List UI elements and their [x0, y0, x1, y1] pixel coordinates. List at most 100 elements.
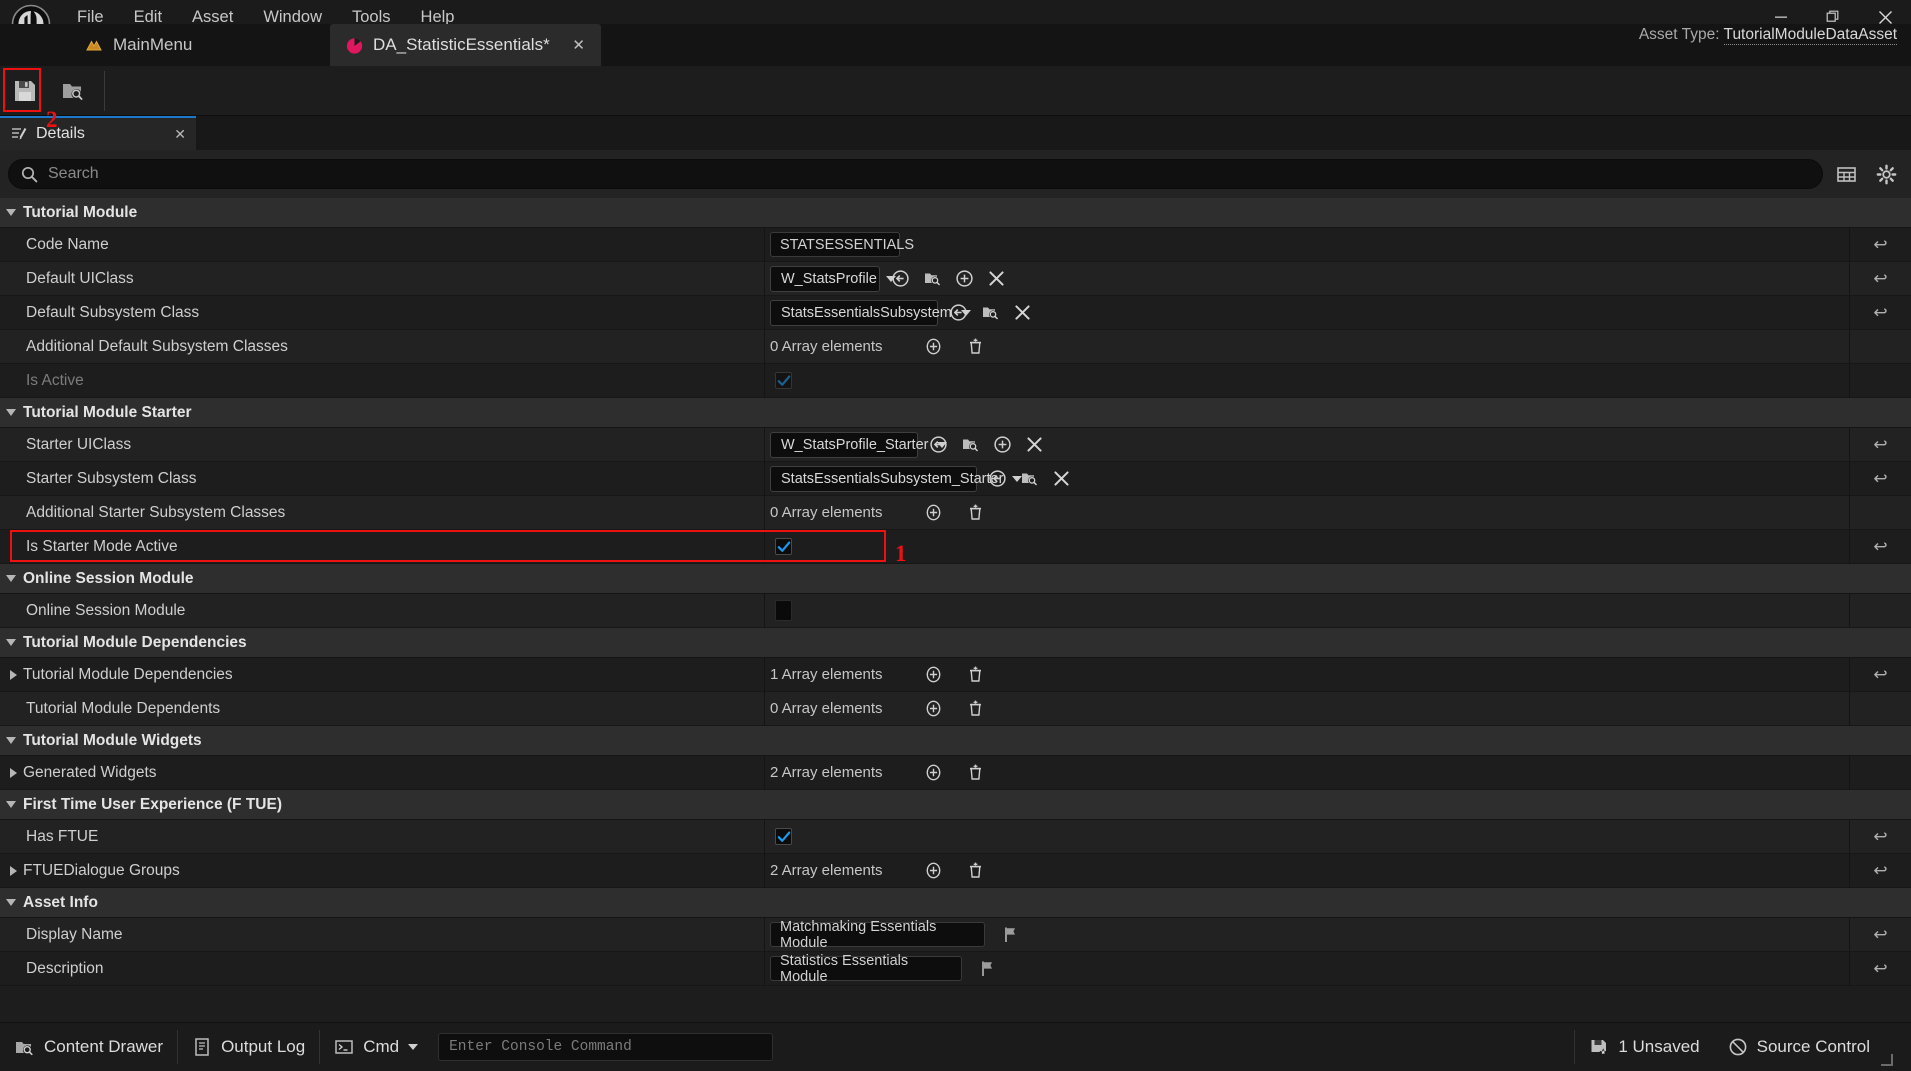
- chevron-right-icon[interactable]: [10, 767, 17, 778]
- checkbox-has-ftue[interactable]: [775, 828, 792, 845]
- chevron-down-icon[interactable]: [6, 209, 16, 216]
- text-value-field[interactable]: Statistics Essentials Module: [770, 953, 962, 985]
- property-name-cell: Has FTUE: [0, 819, 765, 854]
- checkbox-is-active[interactable]: [775, 372, 792, 389]
- delete-all-icon[interactable]: [964, 761, 987, 784]
- save-button[interactable]: [2, 68, 48, 114]
- chevron-down-icon[interactable]: [6, 575, 16, 582]
- category-header-tutorial-module[interactable]: Tutorial Module: [0, 198, 1911, 228]
- tab-da-statisticessentials[interactable]: DA_StatisticEssentials* ✕: [330, 24, 601, 66]
- localization-flag-icon[interactable]: [977, 957, 1000, 980]
- cmd-button[interactable]: Cmd: [320, 1023, 432, 1071]
- close-details-panel-icon[interactable]: ✕: [174, 126, 186, 143]
- category-header-tutorial-module-widgets[interactable]: Tutorial Module Widgets: [0, 726, 1911, 756]
- revert-to-default-icon[interactable]: ↩: [1873, 269, 1887, 289]
- property-name-cell: Tutorial Module Dependencies: [0, 657, 765, 692]
- asset-picker-value: StatsEssentialsSubsystem_Starter: [781, 470, 1004, 487]
- unsaved-assets-button[interactable]: 1 Unsaved: [1575, 1023, 1713, 1071]
- property-row-is-starter-mode-active: Is Starter Mode Active ↩: [0, 529, 1911, 564]
- add-element-icon[interactable]: [922, 663, 945, 686]
- revert-to-default-icon[interactable]: ↩: [1873, 665, 1887, 685]
- revert-to-default-icon[interactable]: ↩: [1873, 827, 1887, 847]
- add-element-icon[interactable]: [922, 501, 945, 524]
- browse-icon[interactable]: [979, 301, 1002, 324]
- asset-picker-combo[interactable]: StatsEssentialsSubsystem: [770, 299, 971, 326]
- category-header-tutorial-module-dependencies[interactable]: Tutorial Module Dependencies: [0, 628, 1911, 658]
- use-selected-icon[interactable]: [927, 433, 950, 456]
- revert-to-default-icon[interactable]: ↩: [1873, 235, 1887, 255]
- revert-to-default-icon[interactable]: ↩: [1873, 435, 1887, 455]
- asset-picker-combo[interactable]: W_StatsProfile: [770, 265, 896, 292]
- chevron-down-icon[interactable]: [6, 639, 16, 646]
- property-label: Generated Widgets: [23, 763, 157, 781]
- resize-grip-icon[interactable]: [1881, 1053, 1893, 1066]
- delete-all-icon[interactable]: [964, 859, 987, 882]
- property-row-default-subsystem-class: Default Subsystem Class StatsEssentialsSu…: [0, 295, 1911, 330]
- checkbox-is-starter-mode-active[interactable]: [775, 538, 792, 555]
- use-selected-icon[interactable]: [889, 267, 912, 290]
- add-element-icon[interactable]: [922, 335, 945, 358]
- text-value-field[interactable]: STATSESSENTIALS: [770, 232, 914, 257]
- asset-toolbar: [0, 66, 1911, 116]
- table-view-icon[interactable]: [1829, 157, 1863, 191]
- browse-icon[interactable]: [921, 267, 944, 290]
- content-drawer-button[interactable]: Content Drawer: [0, 1023, 177, 1071]
- chevron-down-icon[interactable]: [6, 801, 16, 808]
- tab-mainmenu[interactable]: MainMenu: [70, 24, 206, 66]
- text-value-field[interactable]: Matchmaking Essentials Module: [770, 919, 985, 951]
- asset-picker-combo[interactable]: StatsEssentialsSubsystem_Starter: [770, 465, 1023, 492]
- property-name-cell: Code Name: [0, 227, 765, 262]
- clear-icon[interactable]: [1011, 301, 1034, 324]
- chevron-down-icon[interactable]: [408, 1044, 419, 1050]
- use-selected-icon[interactable]: [947, 301, 970, 324]
- localization-flag-icon[interactable]: [1000, 923, 1023, 946]
- delete-all-icon[interactable]: [964, 663, 987, 686]
- chevron-right-icon[interactable]: [10, 669, 17, 680]
- category-header-online-session-module[interactable]: Online Session Module: [0, 564, 1911, 594]
- revert-to-default-icon[interactable]: ↩: [1873, 537, 1887, 557]
- chevron-right-icon[interactable]: [10, 865, 17, 876]
- clear-icon[interactable]: [1050, 467, 1073, 490]
- empty-object-field[interactable]: [775, 600, 792, 621]
- delete-all-icon[interactable]: [964, 501, 987, 524]
- asset-picker-value: W_StatsProfile: [781, 270, 877, 287]
- chevron-down-icon[interactable]: [6, 737, 16, 744]
- delete-all-icon[interactable]: [964, 697, 987, 720]
- add-element-icon[interactable]: [922, 859, 945, 882]
- add-element-icon[interactable]: [922, 697, 945, 720]
- asset-type-value[interactable]: TutorialModuleDataAsset: [1723, 26, 1897, 45]
- console-command-input[interactable]: Enter Console Command: [438, 1033, 774, 1061]
- browse-icon[interactable]: [959, 433, 982, 456]
- new-asset-icon[interactable]: [991, 433, 1014, 456]
- revert-to-default-icon[interactable]: ↩: [1873, 469, 1887, 489]
- revert-to-default-icon[interactable]: ↩: [1873, 861, 1887, 881]
- clear-icon[interactable]: [1023, 433, 1046, 456]
- revert-to-default-icon[interactable]: ↩: [1873, 925, 1887, 945]
- chevron-down-icon[interactable]: [6, 899, 16, 906]
- output-log-button[interactable]: Output Log: [178, 1023, 319, 1071]
- close-tab-icon[interactable]: ✕: [571, 36, 587, 54]
- array-element-count: 0 Array elements: [770, 504, 883, 521]
- use-selected-icon[interactable]: [986, 467, 1009, 490]
- browse-icon[interactable]: [1018, 467, 1041, 490]
- property-value-cell: [765, 820, 1911, 854]
- toolbar-separator: [104, 70, 105, 111]
- unreal-editor-window: File Edit Asset Window Tools Help MainMe…: [0, 0, 1911, 1071]
- clear-icon[interactable]: [985, 267, 1008, 290]
- delete-all-icon[interactable]: [964, 335, 987, 358]
- category-header-tutorial-module-starter[interactable]: Tutorial Module Starter: [0, 398, 1911, 428]
- category-header-asset-info[interactable]: Asset Info: [0, 888, 1911, 918]
- settings-gear-icon[interactable]: [1869, 157, 1903, 191]
- search-input[interactable]: Search: [8, 159, 1823, 189]
- chevron-down-icon[interactable]: [6, 409, 16, 416]
- details-panel-tab[interactable]: Details ✕: [0, 116, 196, 150]
- new-asset-icon[interactable]: [953, 267, 976, 290]
- add-element-icon[interactable]: [922, 761, 945, 784]
- category-header-first-time-user-experience-f-tue[interactable]: First Time User Experience (F TUE): [0, 790, 1911, 820]
- asset-picker-value: W_StatsProfile_Starter: [781, 436, 929, 453]
- revert-cell: ↩: [1849, 658, 1911, 692]
- revert-to-default-icon[interactable]: ↩: [1873, 303, 1887, 323]
- source-control-button[interactable]: Source Control: [1714, 1023, 1911, 1071]
- revert-to-default-icon[interactable]: ↩: [1873, 959, 1887, 979]
- asset-picker-combo[interactable]: W_StatsProfile_Starter: [770, 431, 948, 458]
